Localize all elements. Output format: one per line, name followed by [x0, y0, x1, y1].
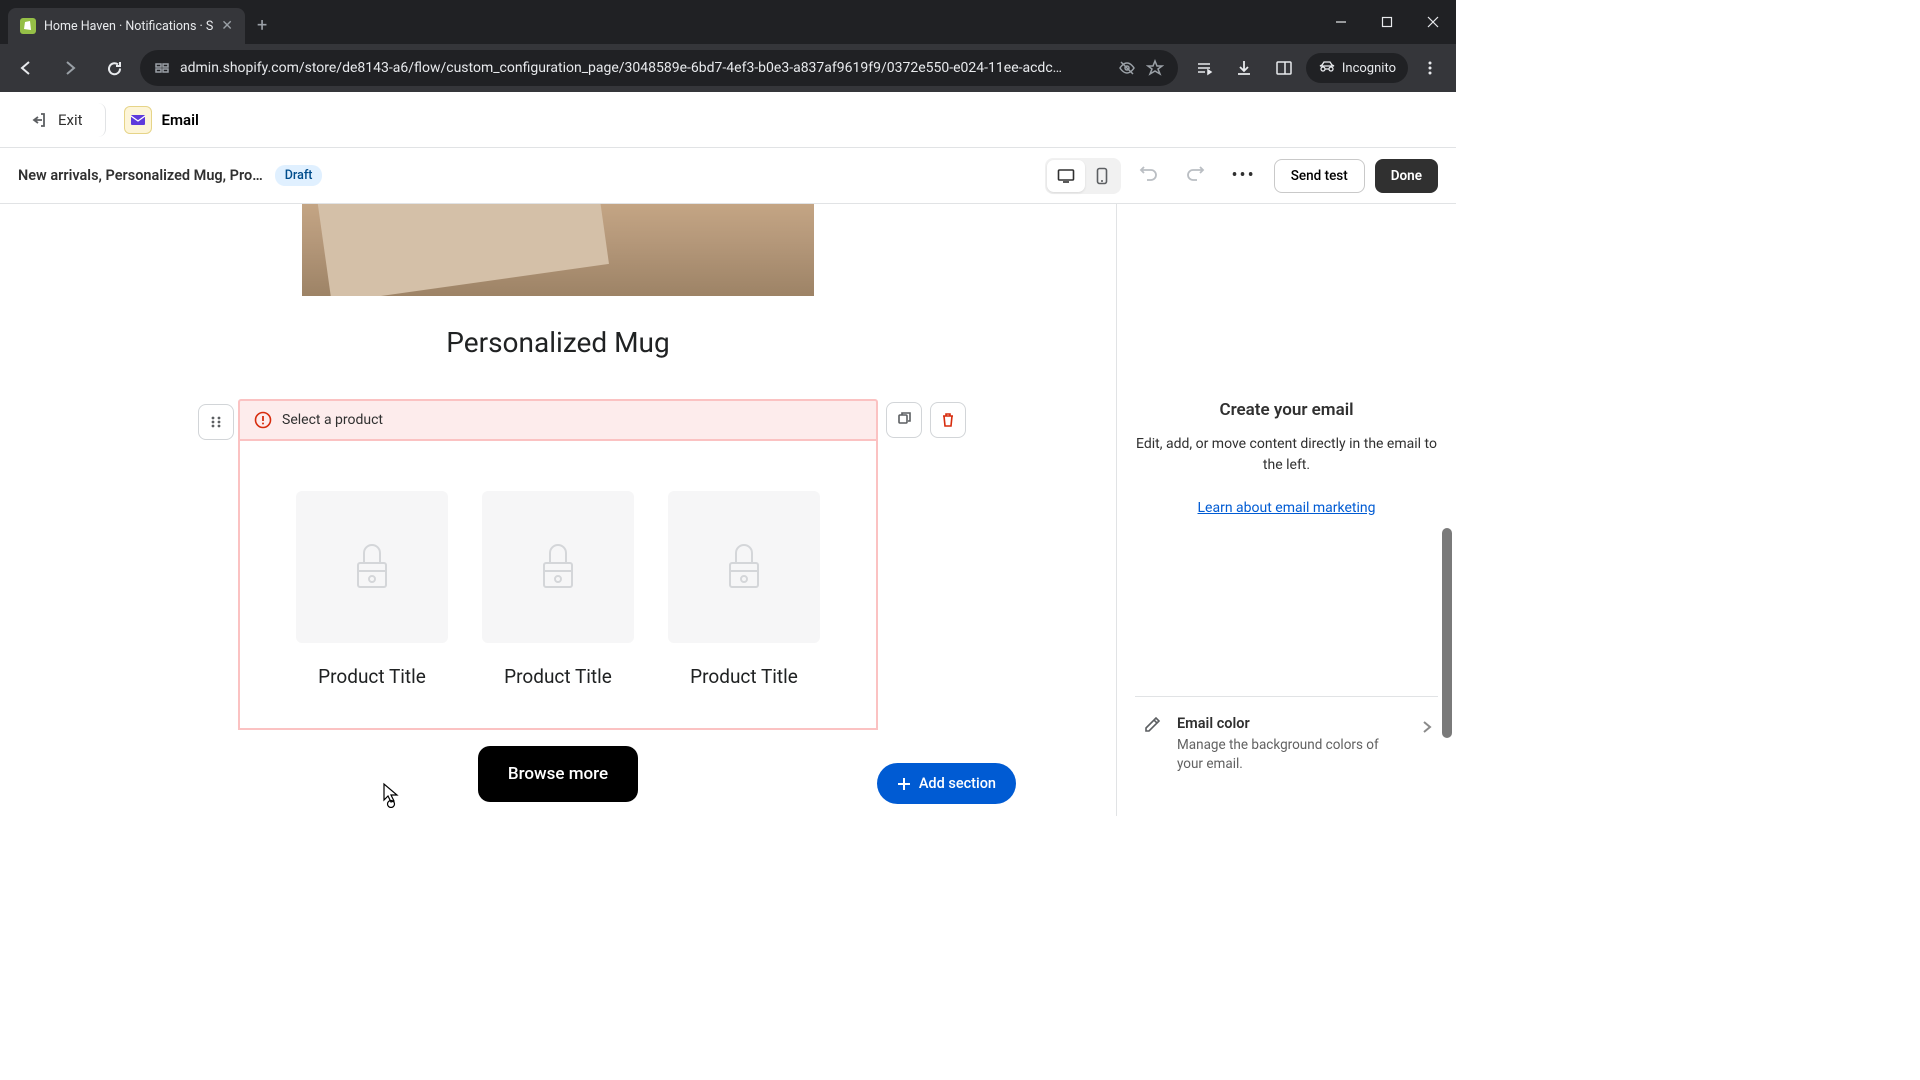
error-message: Select a product [282, 412, 383, 428]
exit-label: Exit [58, 111, 83, 129]
eye-off-icon[interactable] [1118, 59, 1136, 77]
product-placeholder-card[interactable]: Product Title [292, 491, 452, 688]
incognito-badge[interactable]: Incognito [1306, 53, 1408, 83]
duplicate-section-button[interactable] [886, 402, 922, 438]
window-controls [1318, 0, 1456, 44]
email-app-icon [124, 106, 152, 134]
drag-handle-icon[interactable] [198, 404, 234, 440]
exit-button[interactable]: Exit [16, 103, 106, 137]
page-scrollbar[interactable] [1440, 148, 1454, 816]
plus-icon [897, 777, 911, 791]
paint-icon [1141, 717, 1163, 735]
email-color-title: Email color [1177, 715, 1408, 732]
alert-icon [254, 411, 272, 429]
shopify-favicon [20, 18, 36, 34]
site-settings-icon[interactable] [154, 60, 170, 76]
browser-tab-bar: Home Haven · Notifications · S ✕ + [0, 0, 1456, 44]
product-placeholder-card[interactable]: Product Title [664, 491, 824, 688]
hero-product-image[interactable] [302, 204, 814, 296]
done-button[interactable]: Done [1375, 159, 1438, 193]
new-tab-button[interactable]: + [257, 15, 267, 36]
mobile-preview-button[interactable] [1085, 160, 1119, 192]
more-actions-button[interactable]: ••• [1223, 157, 1263, 194]
downloads-icon[interactable] [1226, 50, 1262, 86]
redo-button[interactable] [1177, 156, 1213, 196]
media-control-icon[interactable] [1186, 50, 1222, 86]
error-banner: Select a product [238, 399, 878, 441]
placeholder-title: Product Title [664, 665, 824, 688]
minimize-button[interactable] [1318, 0, 1364, 44]
status-badge: Draft [275, 165, 323, 186]
reload-button[interactable] [96, 50, 132, 86]
add-section-label: Add section [919, 775, 996, 792]
delete-section-button[interactable] [930, 402, 966, 438]
product-grid-section[interactable]: Select a product Product Title [238, 399, 878, 730]
desktop-preview-button[interactable] [1047, 160, 1085, 192]
side-panel: Create your email Edit, add, or move con… [1116, 204, 1456, 816]
email-canvas[interactable]: Personalized Mug Select a product [0, 204, 1116, 816]
side-panel-icon[interactable] [1266, 50, 1302, 86]
product-placeholder-image [296, 491, 448, 643]
browser-menu-icon[interactable] [1412, 50, 1448, 86]
maximize-button[interactable] [1364, 0, 1410, 44]
product-placeholder-card[interactable]: Product Title [478, 491, 638, 688]
placeholder-title: Product Title [478, 665, 638, 688]
close-window-button[interactable] [1410, 0, 1456, 44]
forward-button[interactable] [52, 50, 88, 86]
main-layout: Personalized Mug Select a product [0, 204, 1456, 816]
add-section-button[interactable]: Add section [877, 763, 1016, 804]
close-tab-icon[interactable]: ✕ [221, 18, 233, 34]
email-campaign-title: New arrivals, Personalized Mug, Pro… [18, 167, 263, 184]
browser-tab[interactable]: Home Haven · Notifications · S ✕ [8, 8, 245, 44]
incognito-icon [1318, 59, 1336, 77]
bookmark-star-icon[interactable] [1146, 59, 1164, 77]
featured-product-title: Personalized Mug [158, 326, 958, 359]
product-placeholder-image [668, 491, 820, 643]
send-test-button[interactable]: Send test [1274, 159, 1365, 193]
address-bar[interactable]: admin.shopify.com/store/de8143-a6/flow/c… [140, 50, 1178, 86]
chevron-right-icon [1422, 719, 1432, 738]
product-placeholder-image [482, 491, 634, 643]
undo-button[interactable] [1131, 156, 1167, 196]
email-color-desc: Manage the background colors of your ema… [1177, 736, 1408, 774]
email-app-badge: Email [124, 106, 199, 134]
placeholder-title: Product Title [292, 665, 452, 688]
learn-marketing-link[interactable]: Learn about email marketing [1135, 500, 1438, 516]
email-color-item[interactable]: Email color Manage the background colors… [1135, 697, 1438, 792]
browser-toolbar: admin.shopify.com/store/de8143-a6/flow/c… [0, 44, 1456, 92]
email-app-label: Email [162, 111, 199, 129]
browse-more-button[interactable]: Browse more [478, 746, 638, 802]
app-header: Exit Email [0, 92, 1456, 148]
exit-icon [30, 111, 48, 129]
tab-title: Home Haven · Notifications · S [44, 19, 213, 34]
device-preview-toggle [1045, 158, 1121, 194]
panel-heading: Create your email [1135, 400, 1438, 420]
incognito-label: Incognito [1342, 61, 1396, 76]
scrollbar-thumb[interactable] [1442, 528, 1452, 738]
panel-description: Edit, add, or move content directly in t… [1135, 434, 1438, 476]
editor-toolbar: New arrivals, Personalized Mug, Pro… Dra… [0, 148, 1456, 204]
url-text: admin.shopify.com/store/de8143-a6/flow/c… [180, 60, 1108, 76]
back-button[interactable] [8, 50, 44, 86]
